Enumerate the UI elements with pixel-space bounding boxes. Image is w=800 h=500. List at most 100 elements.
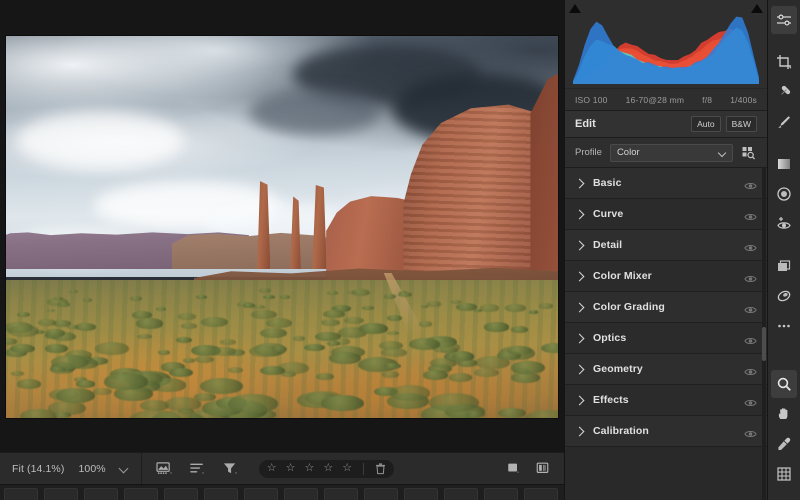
star-5[interactable]: ☆ bbox=[342, 463, 352, 474]
chevron-down-icon[interactable] bbox=[120, 464, 129, 473]
edit-panel-header: Edit Auto B&W bbox=[565, 110, 767, 138]
eye-icon[interactable] bbox=[744, 178, 757, 190]
sagebrush bbox=[259, 327, 287, 338]
fit-zoom-label[interactable]: Fit (14.1%) bbox=[12, 463, 64, 475]
filmstrip-thumbnail[interactable] bbox=[44, 488, 78, 500]
chevron-right-icon[interactable] bbox=[575, 427, 584, 436]
sagebrush bbox=[213, 347, 236, 356]
masking-brush-icon[interactable] bbox=[771, 108, 797, 136]
compare-view-icon[interactable] bbox=[535, 461, 550, 476]
thumbnail-badges-icon[interactable] bbox=[156, 461, 173, 476]
right-tool-rail[interactable] bbox=[767, 0, 800, 500]
eye-icon[interactable] bbox=[744, 395, 757, 407]
star-2[interactable]: ☆ bbox=[286, 463, 296, 474]
sagebrush bbox=[323, 309, 346, 318]
panel-scrollbar[interactable] bbox=[762, 168, 766, 500]
trash-icon[interactable] bbox=[375, 462, 386, 475]
filmstrip-thumbnail[interactable] bbox=[284, 488, 318, 500]
eye-icon[interactable] bbox=[744, 333, 757, 345]
more-options-icon[interactable] bbox=[771, 312, 797, 340]
crop-icon[interactable] bbox=[771, 48, 797, 76]
filmstrip-thumbnail[interactable] bbox=[124, 488, 158, 500]
presets-icon[interactable] bbox=[771, 282, 797, 310]
star-4[interactable]: ☆ bbox=[323, 463, 333, 474]
chevron-right-icon[interactable] bbox=[575, 272, 584, 281]
filmstrip-thumbnail[interactable] bbox=[524, 488, 558, 500]
chevron-right-icon[interactable] bbox=[575, 303, 584, 312]
loupe-view-icon[interactable] bbox=[506, 461, 521, 476]
eye-icon[interactable] bbox=[744, 364, 757, 376]
radial-gradient-icon[interactable] bbox=[771, 180, 797, 208]
image-canvas-area[interactable] bbox=[0, 0, 564, 452]
zoom-controls[interactable]: Fit (14.1%) 100% bbox=[0, 453, 142, 484]
profile-browser-grid-icon[interactable] bbox=[741, 145, 757, 161]
sagebrush bbox=[16, 379, 42, 389]
sagebrush bbox=[426, 301, 441, 307]
edit-section-geometry[interactable]: Geometry bbox=[565, 354, 767, 385]
edit-section-detail[interactable]: Detail bbox=[565, 230, 767, 261]
filmstrip-thumbnail[interactable] bbox=[444, 488, 478, 500]
chevron-down-icon bbox=[719, 150, 726, 157]
healing-brush-icon[interactable] bbox=[771, 78, 797, 106]
eye-icon[interactable] bbox=[744, 426, 757, 438]
eye-icon[interactable] bbox=[744, 271, 757, 283]
star-1[interactable]: ☆ bbox=[267, 463, 277, 474]
auto-button[interactable]: Auto bbox=[691, 116, 721, 132]
sagebrush bbox=[200, 378, 243, 395]
chevron-right-icon[interactable] bbox=[575, 396, 584, 405]
profile-select[interactable]: Color bbox=[609, 143, 733, 162]
sort-order-icon[interactable] bbox=[189, 461, 206, 476]
chevron-right-icon[interactable] bbox=[575, 241, 584, 250]
photo-preview[interactable] bbox=[6, 36, 558, 418]
versions-icon[interactable] bbox=[771, 252, 797, 280]
edit-section-color-mixer[interactable]: Color Mixer bbox=[565, 261, 767, 292]
chevron-right-icon[interactable] bbox=[575, 210, 584, 219]
eye-icon[interactable] bbox=[744, 302, 757, 314]
filmstrip-thumbnail[interactable] bbox=[244, 488, 278, 500]
filmstrip-thumbnail[interactable] bbox=[204, 488, 238, 500]
profile-row[interactable]: Profile Color bbox=[565, 138, 767, 168]
filmstrip-thumbnail[interactable] bbox=[404, 488, 438, 500]
edit-section-calibration[interactable]: Calibration bbox=[565, 416, 767, 447]
eyedropper-icon[interactable] bbox=[771, 430, 797, 458]
edit-section-basic[interactable]: Basic bbox=[565, 168, 767, 199]
filter-icon[interactable] bbox=[222, 461, 239, 476]
grid-overlay-icon[interactable] bbox=[771, 460, 797, 488]
chevron-right-icon[interactable] bbox=[575, 179, 584, 188]
filmstrip-thumbnail[interactable] bbox=[84, 488, 118, 500]
chevron-right-icon[interactable] bbox=[575, 334, 584, 343]
histogram-panel[interactable] bbox=[565, 0, 767, 88]
filmstrip-bar[interactable] bbox=[0, 484, 564, 500]
red-eye-icon[interactable] bbox=[771, 210, 797, 238]
filmstrip-thumbnail[interactable] bbox=[4, 488, 38, 500]
filmstrip-thumbnail[interactable] bbox=[164, 488, 198, 500]
view-tools[interactable] bbox=[142, 453, 253, 484]
linear-gradient-icon[interactable] bbox=[771, 150, 797, 178]
rating-control[interactable]: ☆ ☆ ☆ ☆ ☆ bbox=[258, 459, 395, 478]
star-3[interactable]: ☆ bbox=[304, 463, 314, 474]
hand-pan-icon[interactable] bbox=[771, 400, 797, 428]
bottom-toolbar[interactable]: Fit (14.1%) 100% ☆ ☆ ☆ ☆ ☆ bbox=[0, 452, 564, 484]
edit-section-effects[interactable]: Effects bbox=[565, 385, 767, 416]
filmstrip-thumbnail[interactable] bbox=[364, 488, 398, 500]
edit-sections-list[interactable]: Basic Curve Detail Color Mixer Color Grading… bbox=[565, 168, 767, 500]
chevron-right-icon[interactable] bbox=[575, 365, 584, 374]
histogram-series-blue bbox=[573, 16, 759, 84]
edit-section-curve[interactable]: Curve bbox=[565, 199, 767, 230]
zoom-level-label[interactable]: 100% bbox=[78, 463, 105, 475]
filmstrip-thumbnail[interactable] bbox=[324, 488, 358, 500]
view-mode-controls[interactable] bbox=[506, 453, 564, 484]
edit-section-label: Curve bbox=[593, 208, 624, 220]
sagebrush bbox=[94, 342, 129, 356]
edit-section-color-grading[interactable]: Color Grading bbox=[565, 292, 767, 323]
eye-icon[interactable] bbox=[744, 240, 757, 252]
sagebrush bbox=[321, 395, 365, 412]
zoom-magnifier-icon[interactable] bbox=[771, 370, 797, 398]
eye-icon[interactable] bbox=[744, 209, 757, 221]
bw-button[interactable]: B&W bbox=[725, 116, 757, 132]
sagebrush bbox=[272, 346, 288, 353]
scrollbar-thumb[interactable] bbox=[762, 327, 766, 361]
edit-sliders-icon[interactable] bbox=[771, 6, 797, 34]
filmstrip-thumbnail[interactable] bbox=[484, 488, 518, 500]
edit-section-optics[interactable]: Optics bbox=[565, 323, 767, 354]
